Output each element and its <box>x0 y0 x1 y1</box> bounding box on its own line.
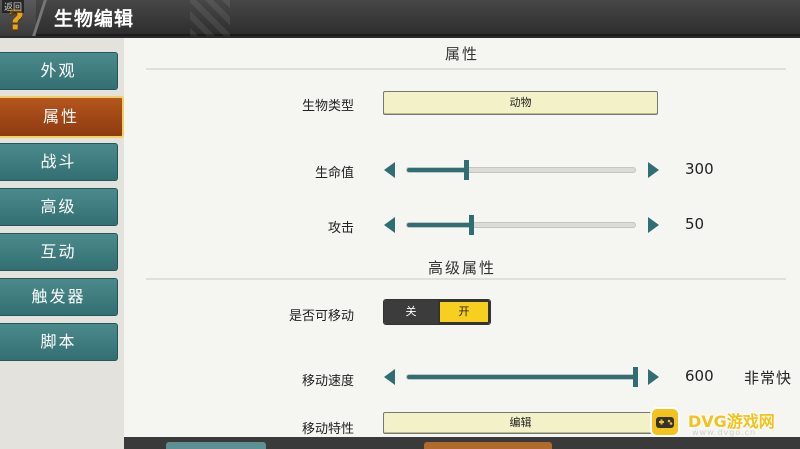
watermark-url: www.dvgo.cn <box>692 428 757 437</box>
health-slider[interactable] <box>406 160 636 180</box>
move-speed-value: 600 <box>685 367 714 385</box>
sidebar-tab-interaction[interactable]: 互动 <box>0 233 118 271</box>
bottom-left-button[interactable] <box>166 442 266 449</box>
sidebar-tab-advanced[interactable]: 高级 <box>0 188 118 226</box>
back-label[interactable]: 返回 <box>2 0 25 13</box>
creature-type-label: 生物类型 <box>301 99 354 114</box>
move-speed-slider-thumb[interactable] <box>633 367 638 387</box>
health-label: 生命值 <box>314 166 354 181</box>
move-speed-slider[interactable] <box>406 367 638 387</box>
main-panel: 属性 生物类型 动物 生命值 300 攻击 50 高级属性 是否可移动 关 开 … <box>124 38 800 449</box>
move-speed-label: 移动速度 <box>301 374 354 389</box>
attack-value: 50 <box>685 215 705 233</box>
help-button[interactable]: ? 返回 <box>0 0 36 36</box>
move-speed-increase-icon[interactable] <box>648 369 659 385</box>
sidebar-tab-combat[interactable]: 战斗 <box>0 143 118 181</box>
move-trait-edit-button[interactable]: 编辑 <box>383 412 658 434</box>
attack-label: 攻击 <box>327 221 354 236</box>
movable-toggle[interactable]: 关 开 <box>383 299 491 325</box>
move-speed-description: 非常快 <box>744 369 793 387</box>
sidebar: 外观 属性 战斗 高级 互动 触发器 脚本 <box>0 38 124 449</box>
attack-decrease-icon[interactable] <box>384 217 395 233</box>
move-speed-decrease-icon[interactable] <box>384 369 395 385</box>
section-divider <box>146 278 786 280</box>
header-decoration <box>190 0 230 36</box>
bottom-right-button[interactable] <box>424 442 552 449</box>
section-divider <box>146 68 786 70</box>
sidebar-tab-appearance[interactable]: 外观 <box>0 52 118 90</box>
attack-slider-fill <box>407 223 471 227</box>
attack-slider[interactable] <box>406 215 636 235</box>
gamepad-icon <box>650 407 680 437</box>
move-speed-slider-fill <box>407 375 635 379</box>
health-slider-fill <box>407 168 467 172</box>
health-decrease-icon[interactable] <box>384 162 395 178</box>
attack-increase-icon[interactable] <box>648 217 659 233</box>
move-trait-label: 移动特性 <box>301 422 354 437</box>
movable-label: 是否可移动 <box>288 309 354 324</box>
gamepad-icon-svg <box>656 417 674 428</box>
creature-type-selector[interactable]: 动物 <box>383 91 658 115</box>
sidebar-tab-trigger[interactable]: 触发器 <box>0 278 118 316</box>
sidebar-tab-script[interactable]: 脚本 <box>0 323 118 361</box>
advanced-section-title: 高级属性 <box>427 259 496 277</box>
health-value: 300 <box>685 160 714 178</box>
health-increase-icon[interactable] <box>648 162 659 178</box>
sidebar-tab-attributes[interactable]: 属性 <box>0 96 124 138</box>
movable-on-option[interactable]: 开 <box>438 300 490 324</box>
movable-off-option[interactable]: 关 <box>384 300 438 324</box>
attack-slider-thumb[interactable] <box>468 215 474 235</box>
attributes-section-title: 属性 <box>444 45 479 63</box>
top-bar: ? 返回 生物编辑 <box>0 0 800 36</box>
page-title: 生物编辑 <box>54 8 135 30</box>
health-slider-thumb[interactable] <box>464 160 470 180</box>
